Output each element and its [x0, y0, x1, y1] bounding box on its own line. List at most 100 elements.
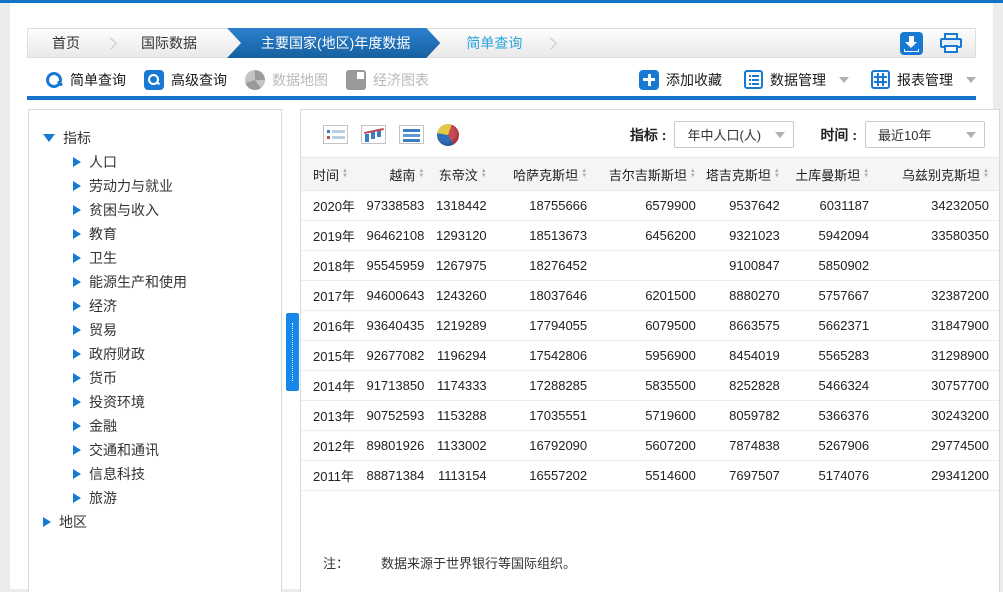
indicator-tree-panel: 指标 人口劳动力与就业贫困与收入教育卫生能源生产和使用经济贸易政府财政货币投资环…	[28, 109, 282, 592]
tree-item[interactable]: 劳动力与就业	[73, 174, 281, 198]
print-icon[interactable]	[939, 32, 963, 55]
indicator-filter-label: 指标 :	[630, 125, 667, 145]
value-cell: 6079500	[597, 311, 706, 341]
table-row: 2013年90752593115328817035551571960080597…	[301, 401, 999, 431]
time-select[interactable]: 最近10年	[865, 121, 985, 148]
sort-icon[interactable]: ▲▼	[863, 169, 869, 179]
value-cell: 30243200	[879, 401, 999, 431]
column-header[interactable]: 土库曼斯坦▲▼	[790, 158, 879, 191]
indicator-select-value: 年中人口(人)	[687, 125, 761, 144]
triangle-right-icon	[73, 277, 81, 287]
triangle-right-icon	[73, 253, 81, 263]
simple-query-button[interactable]: 简单查询	[45, 70, 126, 90]
tree-item[interactable]: 经济	[73, 294, 281, 318]
tree-item[interactable]: 教育	[73, 222, 281, 246]
breadcrumb-simple-query[interactable]: 简单查询	[440, 33, 544, 53]
sort-icon[interactable]: ▲▼	[481, 169, 487, 179]
tree-item[interactable]: 货币	[73, 366, 281, 390]
tree-item-label: 旅游	[89, 488, 117, 508]
value-cell: 1219289	[434, 311, 496, 341]
triangle-right-icon	[73, 181, 81, 191]
value-cell: 95545959	[365, 251, 434, 281]
triangle-down-icon	[43, 134, 55, 142]
download-icon[interactable]	[900, 32, 923, 55]
tree-item[interactable]: 政府财政	[73, 342, 281, 366]
tree-item[interactable]: 能源生产和使用	[73, 270, 281, 294]
caret-down-icon	[966, 77, 976, 83]
table-body: 2020年97338583131844218755666657990095376…	[301, 191, 999, 491]
year-cell: 2016年	[301, 311, 365, 341]
column-header[interactable]: 塔吉克斯坦▲▼	[706, 158, 790, 191]
pie-chart-view-icon[interactable]	[437, 124, 459, 146]
tree-item[interactable]: 交通和通讯	[73, 438, 281, 462]
tree-root-region[interactable]: 地区	[43, 510, 281, 534]
printer-paper	[944, 45, 958, 53]
data-panel: 指标 : 年中人口(人) 时间 : 最近10年 时间▲▼越南▲▼东帝汶▲▼哈萨克…	[300, 109, 1000, 592]
column-header[interactable]: 乌兹别克斯坦▲▼	[879, 158, 999, 191]
tree-item[interactable]: 人口	[73, 150, 281, 174]
table-grid-icon	[871, 70, 890, 89]
column-header[interactable]: 吉尔吉斯斯坦▲▼	[597, 158, 706, 191]
value-cell: 30757700	[879, 371, 999, 401]
column-header-label: 东帝汶	[439, 165, 478, 184]
breadcrumb-international-data[interactable]: 国际数据	[117, 33, 221, 53]
report-management-label: 报表管理	[897, 70, 953, 90]
column-header-label: 吉尔吉斯斯坦	[609, 165, 687, 184]
sort-icon[interactable]: ▲▼	[690, 169, 696, 179]
bar-chart-view-icon[interactable]	[361, 125, 386, 144]
tree-item[interactable]: 投资环境	[73, 390, 281, 414]
column-header[interactable]: 哈萨克斯坦▲▼	[497, 158, 597, 191]
value-cell: 89801926	[365, 431, 434, 461]
advanced-search-icon	[144, 70, 164, 90]
value-cell: 97338583	[365, 191, 434, 221]
value-cell: 9321023	[706, 221, 790, 251]
view-controls: 指标 : 年中人口(人) 时间 : 最近10年	[301, 110, 999, 157]
tree-item-label: 劳动力与就业	[89, 176, 173, 196]
advanced-query-button[interactable]: 高级查询	[144, 70, 227, 90]
tree-item[interactable]: 卫生	[73, 246, 281, 270]
column-header-label: 乌兹别克斯坦	[902, 165, 980, 184]
value-cell: 18755666	[497, 191, 597, 221]
triangle-right-icon	[73, 421, 81, 431]
value-cell: 1293120	[434, 221, 496, 251]
tree-item[interactable]: 信息科技	[73, 462, 281, 486]
table-row: 2015年92677082119629417542806595690084540…	[301, 341, 999, 371]
value-cell: 18037646	[497, 281, 597, 311]
value-cell: 88871384	[365, 461, 434, 491]
value-cell: 34232050	[879, 191, 999, 221]
tree-item[interactable]: 贸易	[73, 318, 281, 342]
tree-item[interactable]: 旅游	[73, 486, 281, 510]
horizontal-bar-view-icon[interactable]	[399, 125, 424, 144]
tree-item[interactable]: 贫困与收入	[73, 198, 281, 222]
sort-icon[interactable]: ▲▼	[581, 169, 587, 179]
panel-resize-handle[interactable]	[286, 313, 299, 391]
tree-root-indicators[interactable]: 指标	[43, 126, 281, 150]
value-cell: 91713850	[365, 371, 434, 401]
add-favorite-button[interactable]: 添加收藏	[639, 70, 722, 90]
indicator-select[interactable]: 年中人口(人)	[674, 121, 794, 148]
column-header[interactable]: 时间▲▼	[301, 158, 365, 191]
map-globe-icon	[245, 70, 265, 90]
tree-children: 人口劳动力与就业贫困与收入教育卫生能源生产和使用经济贸易政府财政货币投资环境金融…	[43, 150, 281, 510]
value-cell: 6031187	[790, 191, 879, 221]
sort-icon[interactable]: ▲▼	[342, 169, 348, 179]
sort-icon[interactable]: ▲▼	[418, 169, 424, 179]
sort-icon[interactable]: ▲▼	[983, 169, 989, 179]
caret-down-icon	[839, 77, 849, 83]
sort-icon[interactable]: ▲▼	[774, 169, 780, 179]
column-header[interactable]: 越南▲▼	[365, 158, 434, 191]
tree-root-label: 指标	[63, 128, 91, 148]
table-view-icon[interactable]	[323, 125, 348, 144]
tree-region-label: 地区	[59, 512, 87, 532]
tree-item-label: 信息科技	[89, 464, 145, 484]
report-management-dropdown[interactable]: 报表管理	[871, 70, 976, 90]
value-cell: 5466324	[790, 371, 879, 401]
tree-item-label: 能源生产和使用	[89, 272, 187, 292]
value-cell: 8880270	[706, 281, 790, 311]
data-management-dropdown[interactable]: 数据管理	[744, 70, 849, 90]
tree-item[interactable]: 金融	[73, 414, 281, 438]
column-header[interactable]: 东帝汶▲▼	[434, 158, 496, 191]
breadcrumb-home[interactable]: 首页	[28, 33, 104, 53]
breadcrumb-annual-data-active[interactable]: 主要国家(地区)年度数据	[227, 28, 440, 58]
value-cell: 6201500	[597, 281, 706, 311]
